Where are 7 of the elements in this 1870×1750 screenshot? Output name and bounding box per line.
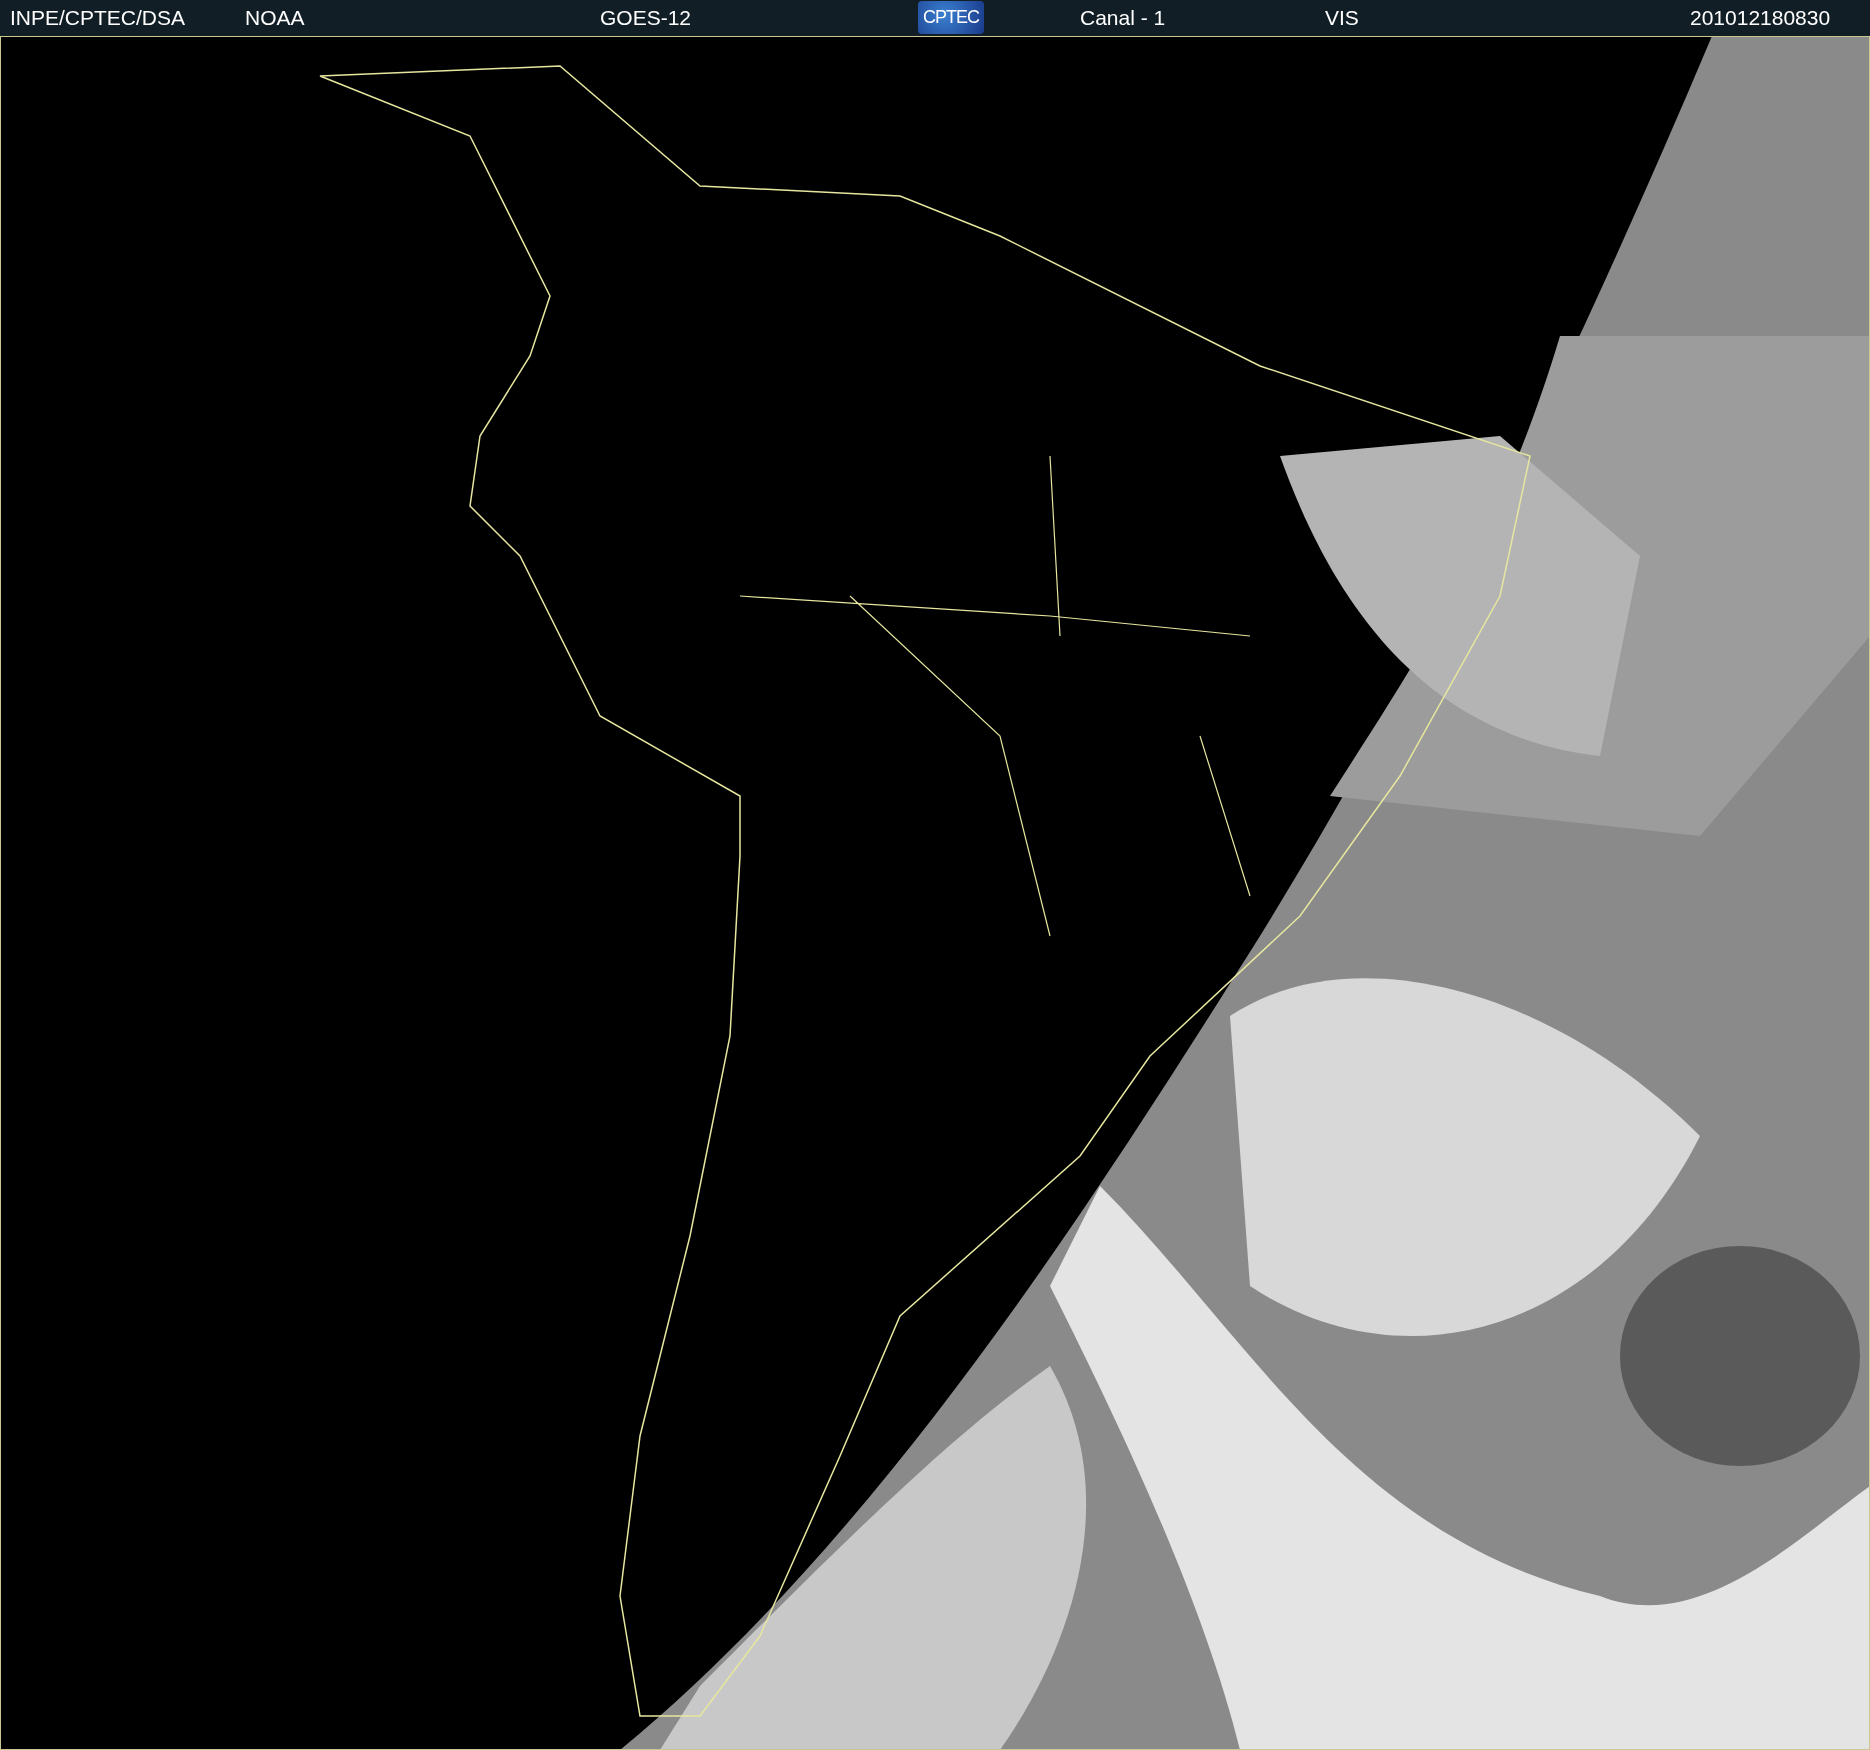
timestamp-label: 201012180830 xyxy=(1690,6,1831,30)
channel-label: Canal - 1 xyxy=(1080,6,1166,30)
source-label: NOAA xyxy=(245,6,305,30)
band-label: VIS xyxy=(1325,6,1359,30)
logo: CPTEC xyxy=(918,1,984,34)
satellite-label: GOES-12 xyxy=(600,6,692,30)
agency-label: INPE/CPTEC/DSA xyxy=(10,6,186,30)
